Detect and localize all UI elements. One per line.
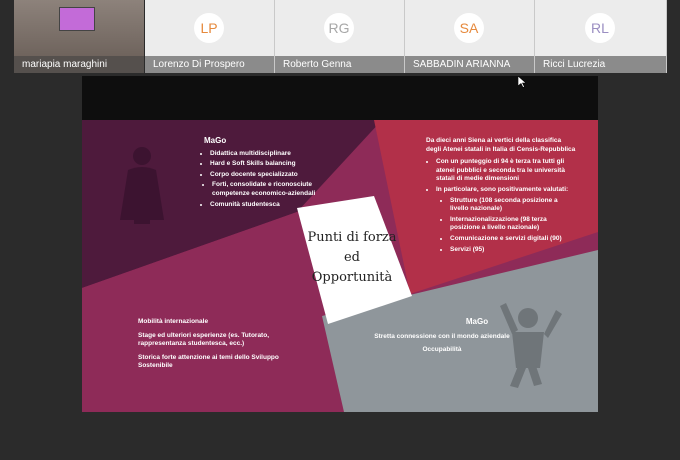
participant-strip: mariapia maraghini LP Lorenzo Di Prosper… xyxy=(0,0,680,74)
participant-avatar: RG xyxy=(324,13,354,43)
bullet-item: Corpo docente specializzato xyxy=(210,171,318,180)
mouse-cursor-icon xyxy=(518,76,526,88)
section-intro: Da dieci anni Siena ai vertici della cla… xyxy=(426,137,576,153)
bottom-right-text: MaGo Stretta connessione con il mondo az… xyxy=(352,317,532,355)
sub-bullet-item: Forti, consolidate e riconosciute compet… xyxy=(212,181,318,198)
top-left-text: MaGo Didattica multidisciplinare Hard e … xyxy=(200,136,318,211)
participant-name: Roberto Genna xyxy=(275,56,404,73)
text-line: Storica forte attenzione ai temi dello S… xyxy=(138,353,279,370)
title-line: Punti di forza xyxy=(307,230,397,245)
title-line: Opportunità xyxy=(311,270,393,285)
bullet-item: In particolare, sono positivamente valut… xyxy=(436,186,576,195)
bullet-item: Con un punteggio di 94 è terza tra tutti… xyxy=(436,158,576,184)
sub-bullet-item: Servizi (95) xyxy=(450,246,576,255)
sub-bullet-item: Comunicazione e servizi digitali (90) xyxy=(450,235,576,244)
section-heading: MaGo xyxy=(204,136,227,145)
participant-tile[interactable]: LP Lorenzo Di Prospero xyxy=(145,0,275,73)
participant-video-tile[interactable]: mariapia maraghini xyxy=(14,0,144,73)
participant-tile[interactable]: RG Roberto Genna xyxy=(275,0,405,73)
projector-screen xyxy=(59,7,95,31)
sub-bullet-item: Internazionalizzazione (98 terza posizio… xyxy=(450,216,576,233)
participant-avatar: SA xyxy=(454,13,484,43)
participant-tile[interactable]: SA SABBADIN ARIANNA xyxy=(405,0,535,73)
participant-avatar: LP xyxy=(194,13,224,43)
bottom-left-text: Mobilità internazionale Stage ed ulterio… xyxy=(138,318,288,371)
text-line: Occupabilità xyxy=(422,346,462,354)
text-line: Mobilità internazionale xyxy=(138,318,209,325)
participant-name: SABBADIN ARIANNA xyxy=(405,56,534,73)
participant-name: Lorenzo Di Prospero xyxy=(145,56,274,73)
participant-avatar: RL xyxy=(585,13,615,43)
participant-name: mariapia maraghini xyxy=(14,56,144,73)
text-line: Stage ed ulteriori esperienze (es. Tutor… xyxy=(138,331,269,348)
sub-bullet-item: Strutture (108 seconda posizione a livel… xyxy=(450,197,576,214)
bullet-item: Didattica multidisciplinare xyxy=(210,150,318,159)
title-line: ed xyxy=(343,250,360,265)
top-right-text: Da dieci anni Siena ai vertici della cla… xyxy=(426,137,576,256)
participant-tile[interactable]: RL Ricci Lucrezia xyxy=(535,0,667,73)
participant-name: Ricci Lucrezia xyxy=(535,56,666,73)
text-line: Stretta connessione con il mondo azienda… xyxy=(374,332,510,340)
section-heading: MaGo xyxy=(465,317,489,326)
bullet-item: Comunità studentesca xyxy=(210,201,318,210)
bullet-item: Hard e Soft Skills balancing xyxy=(210,160,318,169)
slide-center-title: Punti di forza ed Opportunità xyxy=(296,228,408,288)
